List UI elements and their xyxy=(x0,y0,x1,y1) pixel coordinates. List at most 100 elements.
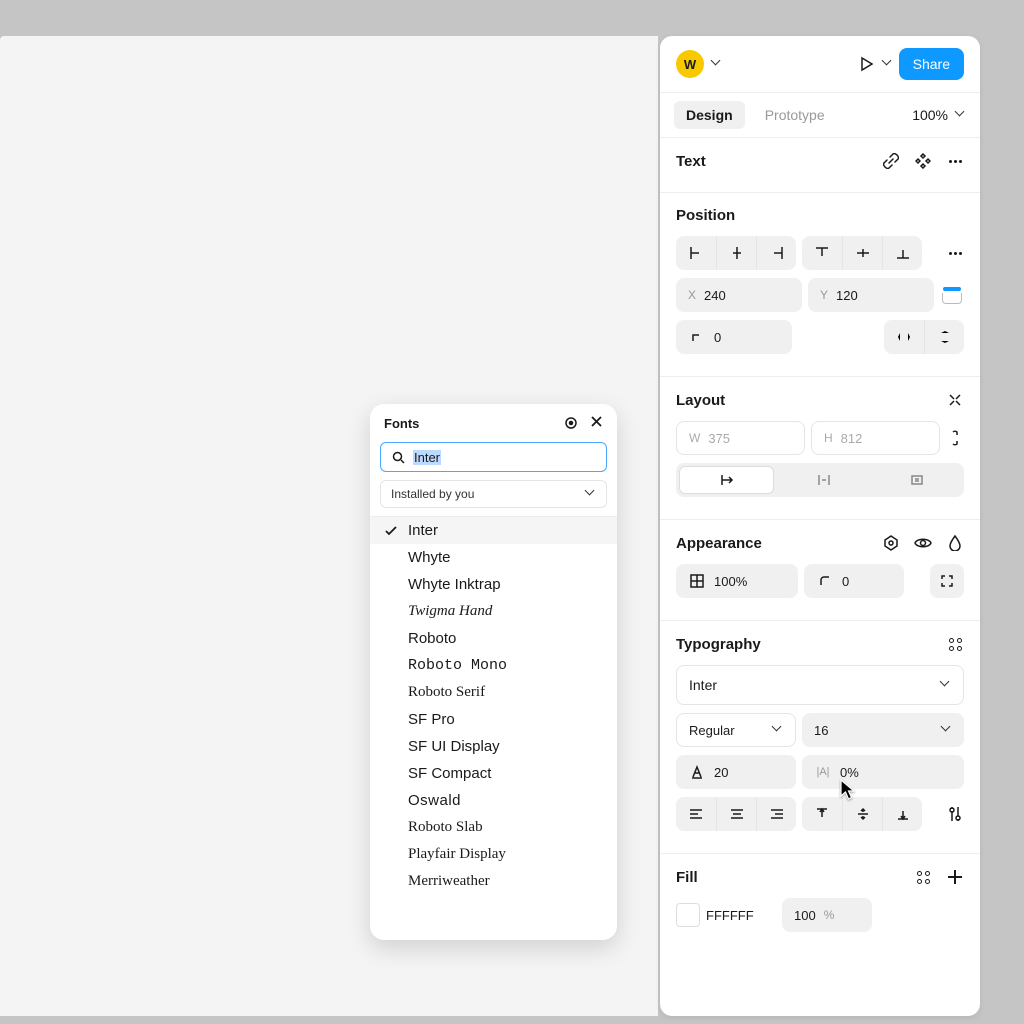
font-item[interactable]: Whyte Inktrap xyxy=(370,571,617,598)
text-align-left-button[interactable] xyxy=(676,797,716,831)
avatar-menu-chevron-icon[interactable] xyxy=(712,59,722,69)
font-item[interactable]: Merriweather xyxy=(370,868,617,895)
tab-prototype[interactable]: Prototype xyxy=(753,101,837,129)
text-align-bottom-button[interactable] xyxy=(882,797,922,831)
font-item[interactable]: Playfair Display xyxy=(370,841,617,868)
effects-icon[interactable] xyxy=(946,534,964,552)
font-list[interactable]: Inter Whyte Whyte Inktrap Twigma Hand Roboto… xyxy=(370,517,617,940)
align-left-button[interactable] xyxy=(676,236,716,270)
font-item[interactable]: Roboto Slab xyxy=(370,814,617,841)
text-align-center-button[interactable] xyxy=(716,797,756,831)
height-label: H xyxy=(824,431,833,445)
align-vertical-group xyxy=(802,236,922,270)
constrain-proportions-toggle[interactable] xyxy=(940,287,964,304)
avatar-initial: W xyxy=(684,57,696,72)
position-x-field[interactable]: X 240 xyxy=(676,278,802,312)
align-more-icon[interactable] xyxy=(946,244,964,262)
font-weight-value: Regular xyxy=(689,723,735,738)
corner-radius-field[interactable]: 0 xyxy=(804,564,904,598)
fonts-title: Fonts xyxy=(384,416,552,431)
height-value: 812 xyxy=(841,431,863,446)
font-item-name: SF UI Display xyxy=(408,738,500,755)
flip-horizontal-button[interactable] xyxy=(884,320,924,354)
font-weight-dropdown[interactable]: Regular xyxy=(676,713,796,747)
section-title-fill: Fill xyxy=(676,869,900,886)
font-item[interactable]: SF Pro xyxy=(370,706,617,733)
font-item[interactable]: Roboto Serif xyxy=(370,679,617,706)
chevron-down-icon xyxy=(773,725,783,735)
align-hcenter-button[interactable] xyxy=(716,236,756,270)
align-bottom-button[interactable] xyxy=(882,236,922,270)
font-item[interactable]: SF UI Display xyxy=(370,733,617,760)
section-text: Text xyxy=(660,138,980,192)
more-menu-icon[interactable] xyxy=(946,152,964,170)
chevron-down-icon xyxy=(586,489,596,499)
width-field[interactable]: W 375 xyxy=(676,421,805,455)
add-fill-icon[interactable] xyxy=(946,868,964,886)
font-family-dropdown[interactable]: Inter xyxy=(676,665,964,705)
individual-corners-button[interactable] xyxy=(930,564,964,598)
avatar[interactable]: W xyxy=(676,50,704,78)
section-title-position: Position xyxy=(676,207,964,224)
link-icon[interactable] xyxy=(882,152,900,170)
font-search-input[interactable]: Inter xyxy=(380,442,607,472)
collapse-icon[interactable] xyxy=(946,391,964,409)
position-y-field[interactable]: Y 120 xyxy=(808,278,934,312)
font-item-name: Whyte xyxy=(408,549,451,566)
resize-hug-button[interactable] xyxy=(679,466,774,494)
fill-swatch[interactable] xyxy=(676,903,700,927)
fill-hex-value[interactable]: FFFFFF xyxy=(706,908,776,923)
position-x-value: 240 xyxy=(704,288,726,303)
line-height-value: 20 xyxy=(714,765,728,780)
align-right-button[interactable] xyxy=(756,236,796,270)
align-top-button[interactable] xyxy=(802,236,842,270)
font-filter-dropdown[interactable]: Installed by you xyxy=(380,480,607,508)
present-menu-chevron-icon[interactable] xyxy=(883,59,893,69)
panel-header: W Share xyxy=(660,36,980,92)
opacity-field[interactable]: 100% xyxy=(676,564,798,598)
rotation-field[interactable]: 0 xyxy=(676,320,792,354)
tab-design[interactable]: Design xyxy=(674,101,745,129)
font-item[interactable]: Twigma Hand xyxy=(370,598,617,625)
text-align-v-group xyxy=(802,797,922,831)
share-button[interactable]: Share xyxy=(899,48,964,80)
align-vcenter-button[interactable] xyxy=(842,236,882,270)
font-size-dropdown[interactable]: 16 xyxy=(802,713,964,747)
text-align-right-button[interactable] xyxy=(756,797,796,831)
text-align-h-group xyxy=(676,797,796,831)
fonts-settings-icon[interactable] xyxy=(562,414,580,432)
font-item[interactable]: Roboto xyxy=(370,625,617,652)
section-title-text: Text xyxy=(676,153,868,170)
font-item[interactable]: SF Compact xyxy=(370,760,617,787)
fill-styles-icon[interactable] xyxy=(914,868,932,886)
type-settings-icon[interactable] xyxy=(946,635,964,653)
present-button[interactable] xyxy=(857,55,875,73)
height-field[interactable]: H 812 xyxy=(811,421,940,455)
font-item-name: Twigma Hand xyxy=(408,603,492,620)
zoom-dropdown[interactable]: 100% xyxy=(912,107,966,123)
flip-vertical-button[interactable] xyxy=(924,320,964,354)
fill-opacity-field[interactable]: 100 % xyxy=(782,898,872,932)
line-height-field[interactable]: 20 xyxy=(676,755,796,789)
align-horizontal-group xyxy=(676,236,796,270)
resize-fixed-button[interactable] xyxy=(871,463,964,497)
font-item[interactable]: Roboto Mono xyxy=(370,652,617,679)
component-icon[interactable] xyxy=(914,152,932,170)
letter-spacing-field[interactable]: |A| 0% xyxy=(802,755,964,789)
text-align-middle-button[interactable] xyxy=(842,797,882,831)
section-appearance: Appearance 100% 0 xyxy=(660,520,980,620)
font-item[interactable]: Whyte xyxy=(370,544,617,571)
resize-fill-button[interactable] xyxy=(777,463,870,497)
close-icon[interactable] xyxy=(590,415,603,432)
font-item-name: Roboto Mono xyxy=(408,657,507,674)
resize-link-icon[interactable] xyxy=(946,429,964,447)
section-typography: Typography Inter Regular 16 20 |A| xyxy=(660,621,980,853)
text-align-top-button[interactable] xyxy=(802,797,842,831)
font-item[interactable]: Oswald xyxy=(370,787,617,814)
visibility-icon[interactable] xyxy=(914,534,932,552)
blend-mode-icon[interactable] xyxy=(882,534,900,552)
font-item[interactable]: Inter xyxy=(370,517,617,544)
position-x-label: X xyxy=(688,288,696,302)
search-icon xyxy=(389,448,407,466)
type-details-icon[interactable] xyxy=(946,805,964,823)
